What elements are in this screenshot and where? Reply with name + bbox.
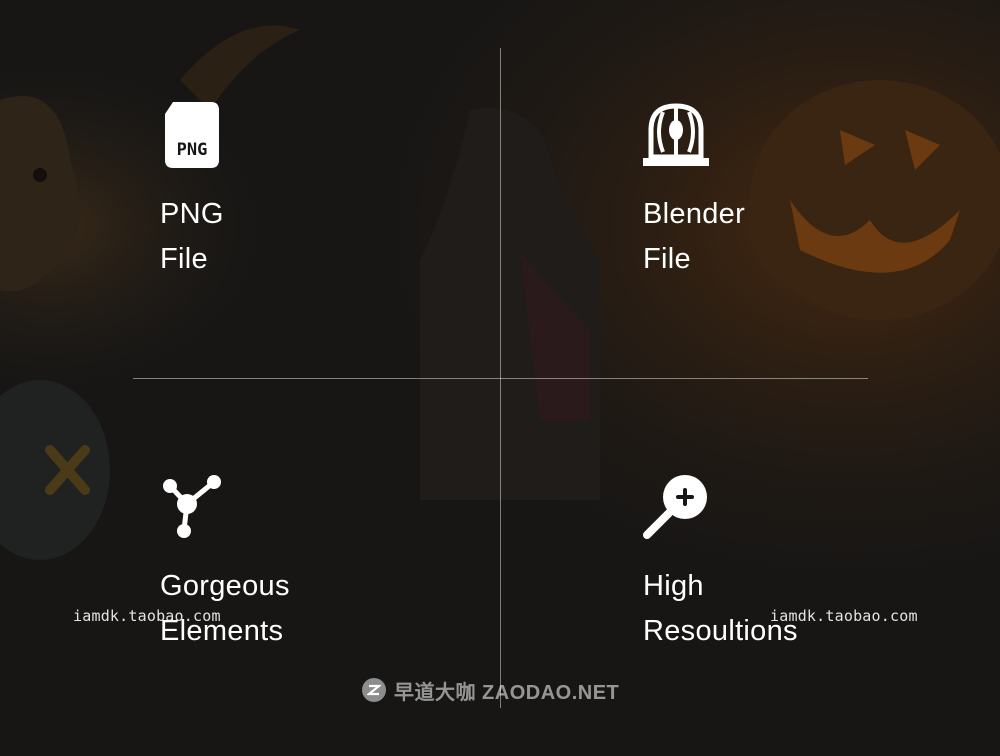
brand-text: 早道大咖 ZAODAO.NET (394, 681, 620, 704)
feature-title-line2: File (643, 243, 691, 275)
brand-footer: 早道大咖 ZAODAO.NET (362, 676, 619, 704)
nodes-icon (160, 473, 224, 544)
feature-title-line1: Gorgeous (160, 570, 290, 602)
feature-gorgeous-elements: Gorgeous Elements (160, 473, 460, 673)
brand-logo-icon (362, 678, 386, 702)
feature-title-line2: File (160, 243, 208, 275)
blender-file-icon (643, 102, 709, 173)
feature-high-resolutions: High Resoultions (643, 473, 943, 673)
feature-png-file: PNG PNG File (160, 102, 460, 302)
watermark-left: iamdk.taobao.com (73, 607, 221, 625)
png-icon-text: PNG (177, 140, 208, 160)
horizontal-divider (133, 378, 868, 379)
zoom-in-icon (643, 473, 709, 544)
feature-blender-file: Blender File (643, 102, 943, 302)
feature-title-line1: PNG (160, 198, 224, 230)
feature-title-line1: High (643, 570, 704, 602)
png-file-icon: PNG (165, 102, 219, 173)
watermark-right: iamdk.taobao.com (770, 607, 918, 625)
feature-title-line1: Blender (643, 198, 746, 230)
